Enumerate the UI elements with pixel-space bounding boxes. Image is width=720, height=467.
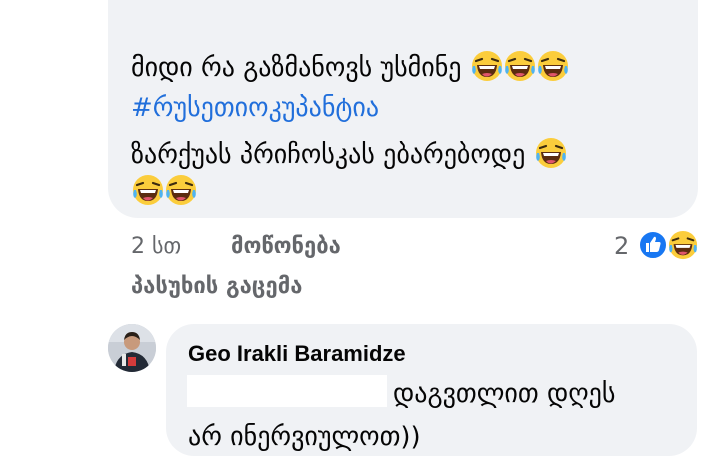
redacted-block: [187, 375, 387, 407]
like-button[interactable]: მოწონება: [231, 233, 341, 261]
like-reaction-icon[interactable]: [638, 230, 668, 260]
avatar[interactable]: [108, 324, 156, 372]
comment-text: ზარქუას პრიჩოსკას ებარებოდე: [131, 140, 526, 170]
reply-text-line: არ ინერვიულოთ)): [188, 422, 421, 452]
hashtag-link[interactable]: #რუსეთიოკუპანტია: [131, 93, 379, 123]
comment-line-1: მიდი რა გაზმანოვს უსმინე: [131, 50, 569, 85]
haha-emoji-icon: [132, 174, 164, 206]
reaction-count[interactable]: 2: [614, 231, 629, 261]
comment-line-2: #რუსეთიოკუპანტია: [131, 91, 379, 125]
haha-emoji-icon: [504, 50, 536, 82]
reply-author-name[interactable]: Geo Irakli Baramidze: [188, 339, 406, 369]
comment-line-3: ზარქუას პრიჩოსკას ებარებოდე: [131, 137, 567, 172]
haha-emoji-icon: [537, 50, 569, 82]
haha-emoji-icon: [535, 137, 567, 169]
reply-button[interactable]: პასუხის გაცემა: [131, 273, 302, 301]
haha-emoji-icon: [165, 174, 197, 206]
haha-reaction-icon[interactable]: [667, 229, 699, 261]
avatar-image: [108, 324, 156, 372]
reply-text-line: დაგვთლით დღეს: [393, 379, 616, 409]
comment-timestamp[interactable]: 2 სთ: [131, 233, 181, 261]
comment-line-4: [131, 174, 197, 209]
haha-emoji-icon: [471, 50, 503, 82]
comment-text: მიდი რა გაზმანოვს უსმინე: [131, 53, 462, 83]
